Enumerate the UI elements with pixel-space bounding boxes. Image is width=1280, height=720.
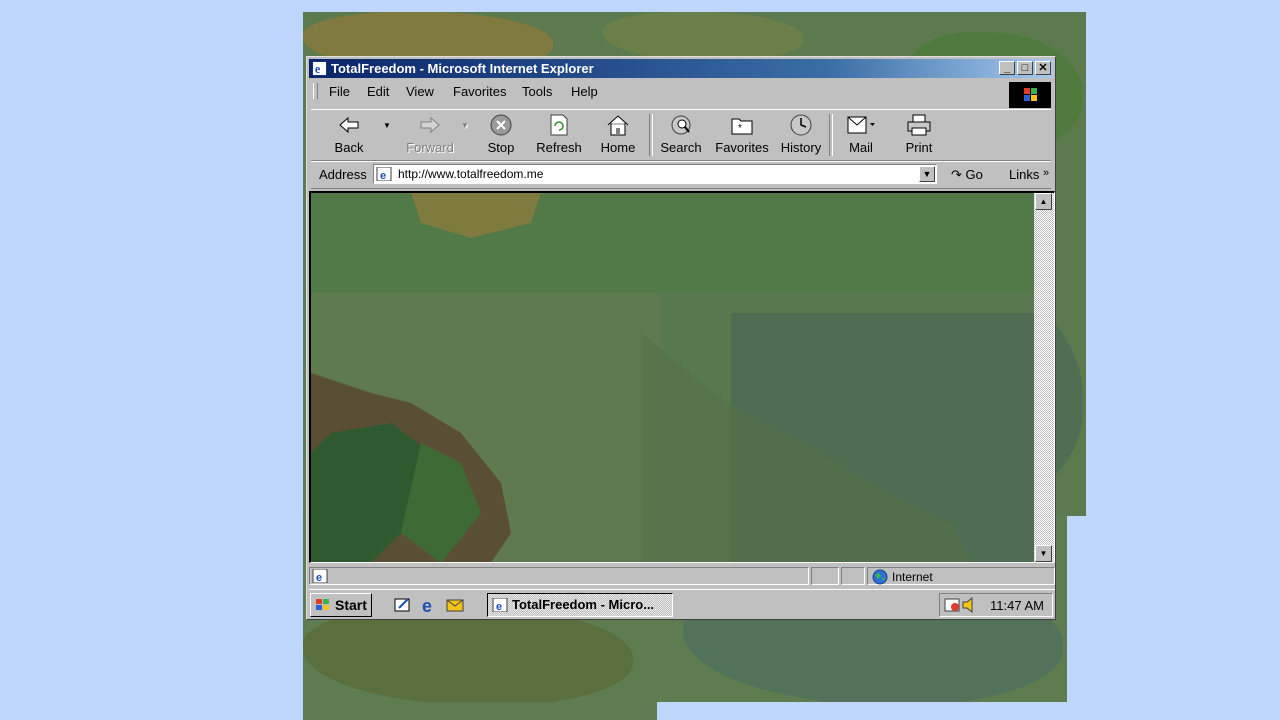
history-icon	[790, 114, 812, 136]
favorites-folder-icon: *	[731, 118, 753, 135]
back-button[interactable]: Back	[321, 112, 377, 158]
search-globe-icon	[671, 115, 691, 135]
page-content[interactable]: ▲ ▼	[309, 191, 1055, 563]
taskbar: Start e e TotalFreedom - Micro... 11:47 …	[309, 589, 1055, 620]
home-icon	[607, 115, 629, 136]
scroll-up-button[interactable]: ▲	[1035, 193, 1052, 210]
search-button[interactable]: Search	[657, 112, 705, 158]
stop-label: Stop	[487, 140, 515, 155]
menu-favorites[interactable]: Favorites	[453, 84, 506, 99]
forward-label: Forward	[406, 140, 454, 155]
mail-icon	[847, 116, 875, 134]
volume-icon[interactable]	[962, 597, 976, 613]
scroll-down-button[interactable]: ▼	[1035, 545, 1052, 562]
windows-flag-icon	[1024, 88, 1037, 101]
show-desktop-icon[interactable]	[393, 596, 413, 614]
go-button[interactable]: ↷ Go	[951, 167, 983, 183]
menu-view[interactable]: View	[406, 84, 434, 99]
ie-icon: e	[312, 61, 327, 76]
terrain-background-strip	[303, 702, 657, 720]
address-label: Address	[319, 167, 367, 182]
menu-edit[interactable]: Edit	[367, 84, 389, 99]
page-ie-icon: e	[312, 569, 328, 583]
address-input[interactable]: e http://www.totalfreedom.me ▼	[373, 164, 937, 184]
back-arrow-icon	[339, 116, 359, 134]
refresh-button[interactable]: Refresh	[529, 112, 589, 158]
stop-button[interactable]: Stop	[477, 112, 525, 158]
back-dropdown[interactable]: ▼	[381, 112, 393, 158]
map-page-area	[311, 193, 1037, 562]
title-bar[interactable]: e TotalFreedom - Microsoft Internet Expl…	[309, 59, 1053, 78]
back-label: Back	[334, 140, 364, 155]
task-label: TotalFreedom - Micro...	[512, 597, 655, 612]
svg-text:e: e	[380, 170, 386, 181]
address-dropdown-button[interactable]: ▼	[919, 166, 935, 182]
menu-tools[interactable]: Tools	[522, 84, 552, 99]
status-main: e	[309, 567, 809, 585]
menu-grip	[313, 83, 318, 99]
status-zone: Internet	[867, 567, 1055, 585]
history-label: History	[780, 140, 822, 155]
standard-toolbar: Back ▼ Forward ▼ Stop Refresh Home Searc…	[311, 109, 1051, 161]
printer-icon	[907, 114, 931, 136]
scheduler-icon[interactable]	[944, 597, 960, 613]
chevron-right-icon: »	[1042, 167, 1050, 179]
links-label: Links	[1009, 167, 1040, 182]
status-progress	[811, 567, 839, 585]
windows-flag-icon	[316, 599, 329, 610]
mail-label: Mail	[849, 140, 873, 155]
close-button[interactable]: ✕	[1035, 61, 1051, 75]
forward-dropdown[interactable]: ▼	[459, 112, 471, 158]
menu-bar: File Edit View Favorites Tools Help	[311, 80, 1011, 102]
minimize-button[interactable]: _	[999, 61, 1015, 75]
go-label: Go	[965, 167, 983, 182]
outlook-express-icon[interactable]	[445, 596, 465, 614]
zone-label: Internet	[892, 570, 933, 584]
browser-window: e TotalFreedom - Microsoft Internet Expl…	[306, 56, 1056, 620]
page-ie-icon: e	[376, 167, 392, 181]
favorites-button[interactable]: * Favorites	[711, 112, 773, 158]
vertical-scrollbar[interactable]: ▲ ▼	[1034, 193, 1054, 562]
print-label: Print	[905, 140, 933, 155]
menu-help[interactable]: Help	[571, 84, 598, 99]
clock: 11:47 AM	[990, 598, 1044, 613]
toolbar-separator	[649, 114, 653, 156]
menu-file[interactable]: File	[329, 84, 350, 99]
maximize-button[interactable]: □	[1017, 61, 1033, 75]
task-button-ie[interactable]: e TotalFreedom - Micro...	[487, 593, 673, 617]
favorites-label: Favorites	[715, 140, 769, 155]
svg-text:e: e	[496, 601, 502, 612]
forward-arrow-icon	[420, 116, 440, 134]
home-button[interactable]: Home	[593, 112, 643, 158]
windows-logo-throbber	[1009, 82, 1051, 108]
status-lock	[841, 567, 865, 585]
internet-explorer-icon[interactable]: e	[419, 596, 439, 614]
refresh-icon	[550, 114, 568, 136]
history-button[interactable]: History	[775, 112, 827, 158]
print-button[interactable]: Print	[895, 112, 943, 158]
address-url: http://www.totalfreedom.me	[398, 167, 544, 181]
svg-text:e: e	[422, 596, 432, 614]
go-arrow-icon: ↷	[951, 167, 962, 182]
links-button[interactable]: Links »	[1009, 167, 1049, 182]
globe-icon	[872, 569, 888, 585]
window-title: TotalFreedom - Microsoft Internet Explor…	[331, 61, 594, 76]
svg-text:e: e	[316, 572, 322, 583]
stop-icon	[490, 114, 512, 136]
page-ie-icon: e	[492, 598, 508, 612]
refresh-label: Refresh	[536, 140, 582, 155]
svg-text:*: *	[738, 123, 742, 134]
address-bar: Address e http://www.totalfreedom.me ▼ ↷…	[311, 161, 1051, 189]
start-label: Start	[335, 597, 367, 613]
home-label: Home	[600, 140, 636, 155]
start-button[interactable]: Start	[310, 593, 372, 617]
forward-button[interactable]: Forward	[399, 112, 461, 158]
system-tray: 11:47 AM	[939, 593, 1053, 617]
mail-button[interactable]: Mail	[837, 112, 885, 158]
status-bar: e Internet	[309, 567, 1055, 587]
svg-text:e: e	[315, 62, 321, 76]
toolbar-separator	[829, 114, 833, 156]
search-label: Search	[660, 140, 702, 155]
